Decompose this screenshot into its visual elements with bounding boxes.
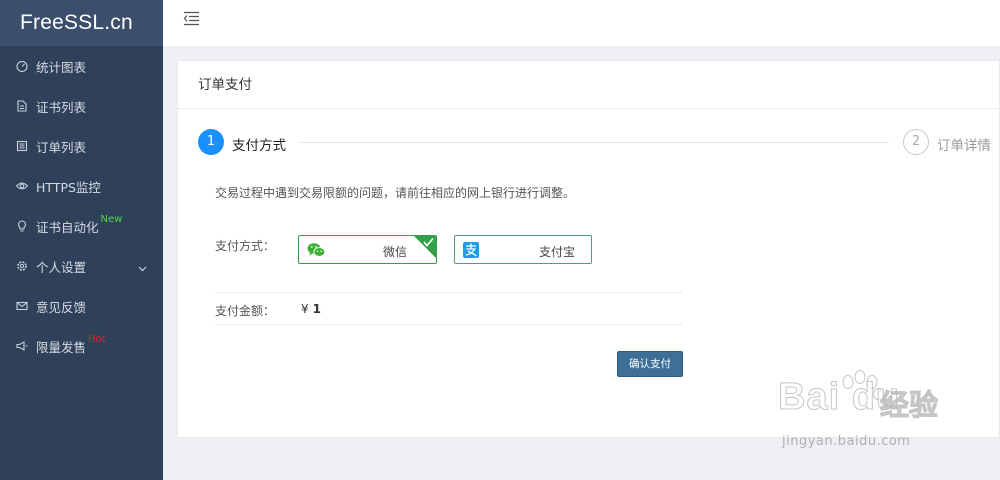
megaphone-icon	[16, 340, 28, 352]
order-payment-card: 订单支付 1 支付方式 2 订单详情 交易过程中遇到交易限额的问题，请前往相应的…	[177, 60, 1000, 438]
sidebar-item-stats[interactable]: 统计图表	[0, 46, 163, 86]
notice-text: 交易过程中遇到交易限额的问题，请前往相应的网上银行进行调整。	[215, 186, 576, 200]
alipay-label: 支付宝	[539, 245, 576, 259]
wechat-icon	[307, 242, 326, 258]
top-bar	[163, 0, 1000, 46]
alipay-icon	[463, 242, 482, 258]
step-2-label: 订单详情	[937, 138, 991, 154]
step-2-number: 2	[903, 129, 929, 155]
sidebar-item-cert-automation[interactable]: 证书自动化 New	[0, 206, 163, 246]
step-1-label: 支付方式	[232, 138, 286, 154]
sidebar-item-label: 个人设置	[36, 259, 87, 275]
confirm-payment-button[interactable]: 确认支付	[617, 351, 683, 377]
sidebar-item-label: 限量发售	[36, 339, 87, 355]
list-icon	[16, 140, 28, 152]
sidebar: FreeSSL.cn 统计图表 证书列表 订单列表 HTTPS监控 证书自动化 …	[0, 0, 163, 480]
sidebar-item-feedback[interactable]: 意见反馈	[0, 286, 163, 326]
sidebar-item-settings[interactable]: 个人设置	[0, 246, 163, 286]
sidebar-item-https-monitor[interactable]: HTTPS监控	[0, 166, 163, 206]
steps: 1 支付方式 2 订单详情	[198, 127, 1000, 157]
dashboard-icon	[16, 60, 28, 72]
sidebar-item-label: HTTPS监控	[36, 179, 101, 195]
sidebar-item-certificates[interactable]: 证书列表	[0, 86, 163, 126]
payment-method-label: 支付方式：	[215, 239, 276, 253]
step-1-number: 1	[198, 129, 224, 155]
new-badge: New	[100, 213, 123, 225]
currency-symbol: ¥	[301, 302, 309, 316]
alipay-option[interactable]: 支付宝	[454, 235, 592, 264]
sidebar-nav: 统计图表 证书列表 订单列表 HTTPS监控 证书自动化 New 个人设置 意见…	[0, 46, 163, 366]
divider	[215, 292, 683, 293]
file-icon	[16, 100, 28, 112]
divider	[215, 324, 683, 325]
menu-fold-icon[interactable]	[183, 11, 200, 26]
chevron-down-icon	[138, 261, 147, 272]
gear-icon	[16, 260, 28, 272]
amount-number: 1	[312, 302, 321, 316]
sidebar-item-limited-sale[interactable]: 限量发售 Hot	[0, 326, 163, 366]
amount-label: 支付金额：	[215, 304, 276, 318]
selected-check-icon	[414, 236, 436, 258]
mail-icon	[16, 300, 28, 312]
page-title: 订单支付	[178, 61, 999, 109]
sidebar-item-label: 意见反馈	[36, 299, 87, 315]
step-connector	[299, 142, 889, 143]
sidebar-item-label: 证书列表	[36, 99, 87, 115]
bulb-icon	[16, 220, 28, 232]
logo[interactable]: FreeSSL.cn	[0, 0, 163, 46]
eye-icon	[16, 180, 28, 192]
hot-badge: Hot	[88, 333, 106, 345]
amount-value: ¥1	[301, 302, 321, 316]
sidebar-item-label: 证书自动化	[36, 219, 99, 235]
sidebar-item-label: 统计图表	[36, 59, 87, 75]
wechat-pay-option[interactable]: 微信	[298, 235, 437, 264]
wechat-label: 微信	[383, 245, 408, 259]
sidebar-item-label: 订单列表	[36, 139, 87, 155]
sidebar-item-orders[interactable]: 订单列表	[0, 126, 163, 166]
